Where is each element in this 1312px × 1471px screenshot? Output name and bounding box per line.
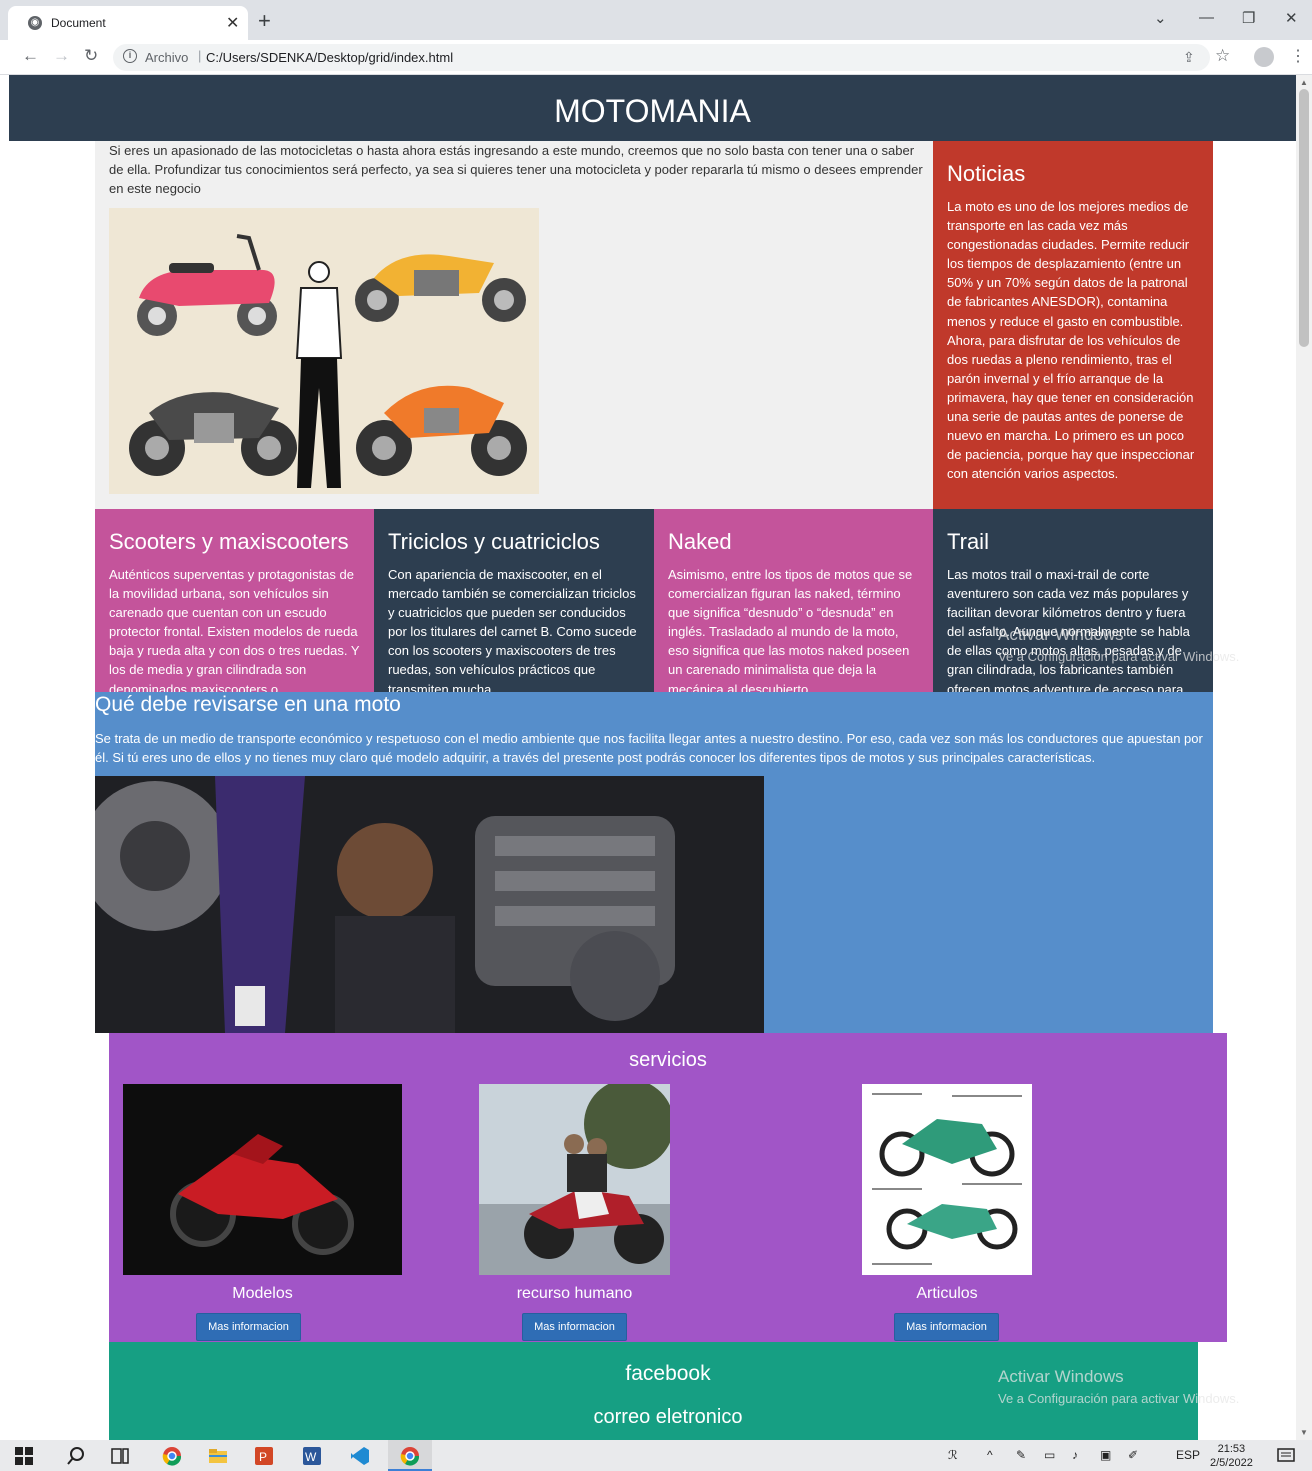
articulos-image bbox=[862, 1084, 1032, 1275]
reload-icon[interactable]: ↻ bbox=[84, 46, 98, 66]
ink-icon[interactable]: ✐ bbox=[1128, 1448, 1138, 1462]
card-text: Con apariencia de maxiscooter, en el mer… bbox=[388, 567, 637, 692]
tab-title: Document bbox=[51, 16, 106, 30]
mechanic-photo bbox=[95, 776, 764, 1033]
scroll-down-icon[interactable]: ▼ bbox=[1300, 1428, 1308, 1437]
info-icon[interactable]: i bbox=[123, 49, 137, 63]
new-tab-icon[interactable]: + bbox=[258, 8, 271, 34]
service-label: recurso humano bbox=[516, 1285, 633, 1302]
address-separator: | bbox=[198, 48, 202, 63]
clock-date: 2/5/2022 bbox=[1210, 1457, 1253, 1469]
chrome-active-icon bbox=[400, 1447, 420, 1466]
windows-start-icon[interactable] bbox=[14, 1446, 34, 1466]
servicios-title: servicios bbox=[629, 1049, 707, 1071]
facebook-link[interactable]: facebook bbox=[109, 1362, 1227, 1386]
card-title: Scooters y maxiscooters bbox=[109, 529, 349, 554]
task-view-icon[interactable] bbox=[110, 1446, 130, 1466]
card-title: Trail bbox=[947, 529, 989, 554]
svg-text:P: P bbox=[259, 1450, 267, 1464]
browser-tab[interactable]: ◉ Document ✕ bbox=[8, 6, 248, 40]
mas-informacion-button[interactable]: Mas informacion bbox=[522, 1313, 627, 1341]
pen-icon[interactable]: ✎ bbox=[1016, 1448, 1026, 1462]
card-naked: Naked Asimismo, entre los tipos de motos… bbox=[654, 509, 934, 692]
show-hidden-icon[interactable]: ^ bbox=[987, 1448, 993, 1462]
card-text: Las motos trail o maxi-trail de corte av… bbox=[947, 567, 1190, 692]
revisar-text: Se trata de un medio de transporte econó… bbox=[95, 731, 1203, 765]
noticias-text: La moto es uno de los mejores medios de … bbox=[947, 199, 1195, 482]
recurso-humano-image bbox=[479, 1084, 670, 1275]
language-indicator[interactable]: ESP bbox=[1176, 1448, 1200, 1462]
browser-toolbar: ← → ↻ i Archivo | C:/Users/SDENKA/Deskto… bbox=[0, 40, 1312, 75]
menu-kebab-icon[interactable]: ⋮ bbox=[1290, 46, 1306, 66]
svg-text:W: W bbox=[305, 1450, 317, 1464]
close-window-icon[interactable]: ✕ bbox=[1285, 9, 1298, 27]
address-url[interactable]: C:/Users/SDENKA/Desktop/grid/index.html bbox=[206, 50, 453, 65]
bookmark-star-icon[interactable]: ☆ bbox=[1215, 46, 1230, 66]
minimize-icon[interactable]: — bbox=[1199, 9, 1214, 26]
system-clock[interactable]: 21:53 2/5/2022 bbox=[1210, 1442, 1253, 1470]
battery-icon[interactable]: ▭ bbox=[1044, 1448, 1055, 1462]
mas-informacion-button[interactable]: Mas informacion bbox=[196, 1313, 301, 1341]
file-explorer-icon[interactable] bbox=[208, 1446, 228, 1466]
volume-icon[interactable]: ♪ bbox=[1072, 1448, 1078, 1462]
motorcycles-illustration bbox=[109, 208, 539, 494]
motorcycle-diagram-svg bbox=[862, 1084, 1032, 1275]
forward-icon[interactable]: → bbox=[53, 46, 70, 66]
card-title: Naked bbox=[668, 529, 732, 554]
revisar-section: Qué debe revisarse en una moto Se trata … bbox=[95, 692, 1213, 1033]
noticias-panel: Noticias La moto es uno de los mejores m… bbox=[933, 141, 1213, 509]
clock-time: 21:53 bbox=[1217, 1443, 1246, 1455]
browser-tab-strip: ◉ Document ✕ + ⌄ — ❐ ✕ bbox=[0, 0, 1312, 40]
page-viewport: MOTOMANIA Si eres un apasionado de las m… bbox=[0, 75, 1296, 1440]
back-icon[interactable]: ← bbox=[22, 46, 39, 66]
scroll-up-icon[interactable]: ▲ bbox=[1300, 78, 1308, 87]
revisar-title: Qué debe revisarse en una moto bbox=[95, 693, 401, 716]
card-text: Asimismo, entre los tipos de motos que s… bbox=[668, 567, 913, 692]
windows-taskbar: P W ℛ ^ ✎ ▭ ♪ ▣ ✐ ESP 21:53 2/5/2022 bbox=[0, 1440, 1312, 1471]
site-header: MOTOMANIA bbox=[9, 75, 1296, 141]
service-label: Modelos bbox=[232, 1285, 293, 1302]
people-icon[interactable]: ℛ bbox=[948, 1448, 958, 1462]
service-label: Articulos bbox=[916, 1285, 978, 1302]
riders-photo-svg bbox=[479, 1084, 670, 1275]
vscode-icon[interactable] bbox=[350, 1446, 370, 1466]
address-prefix: Archivo bbox=[145, 50, 189, 65]
network-icon[interactable]: ▣ bbox=[1100, 1448, 1111, 1462]
restore-icon[interactable]: ❐ bbox=[1242, 9, 1255, 27]
close-tab-icon[interactable]: ✕ bbox=[226, 13, 239, 33]
card-scooters: Scooters y maxiscooters Auténticos super… bbox=[95, 509, 375, 692]
modelos-image bbox=[123, 1084, 402, 1275]
servicios-section: servicios Modelos Mas informacion recurs… bbox=[109, 1033, 1227, 1342]
red-sportbike-svg bbox=[123, 1084, 402, 1275]
chrome-icon[interactable] bbox=[162, 1446, 182, 1466]
site-footer: facebook correo eletronico bbox=[109, 1342, 1198, 1440]
word-icon[interactable]: W bbox=[302, 1446, 322, 1466]
card-title: Triciclos y cuatriciclos bbox=[388, 529, 600, 554]
noticias-title: Noticias bbox=[947, 161, 1026, 186]
page-scrollbar[interactable]: ▲ ▼ bbox=[1296, 75, 1312, 1440]
active-app-highlight[interactable] bbox=[388, 1440, 432, 1471]
intro-section: Si eres un apasionado de las motocicleta… bbox=[95, 141, 933, 509]
mechanic-photo-svg bbox=[95, 776, 764, 1033]
motorcycles-illustration-svg bbox=[109, 208, 539, 494]
share-icon[interactable]: ⇪ bbox=[1183, 49, 1195, 66]
intro-text: Si eres un apasionado de las motocicleta… bbox=[109, 143, 923, 196]
card-text: Auténticos superventas y protagonistas d… bbox=[109, 567, 360, 692]
search-icon[interactable] bbox=[66, 1446, 86, 1466]
notifications-icon[interactable] bbox=[1276, 1446, 1296, 1466]
card-triciclos: Triciclos y cuatriciclos Con apariencia … bbox=[374, 509, 654, 692]
globe-icon: ◉ bbox=[28, 16, 42, 30]
card-trail: Trail Las motos trail o maxi-trail de co… bbox=[933, 509, 1213, 692]
mas-informacion-button[interactable]: Mas informacion bbox=[894, 1313, 999, 1341]
powerpoint-icon[interactable]: P bbox=[254, 1446, 274, 1466]
profile-avatar[interactable] bbox=[1254, 47, 1274, 67]
tab-search-icon[interactable]: ⌄ bbox=[1154, 9, 1167, 27]
scrollbar-thumb[interactable] bbox=[1299, 89, 1309, 347]
email-link[interactable]: correo eletronico bbox=[109, 1406, 1227, 1429]
site-title: MOTOMANIA bbox=[554, 93, 751, 129]
address-bar[interactable]: i Archivo | C:/Users/SDENKA/Desktop/grid… bbox=[113, 44, 1210, 71]
